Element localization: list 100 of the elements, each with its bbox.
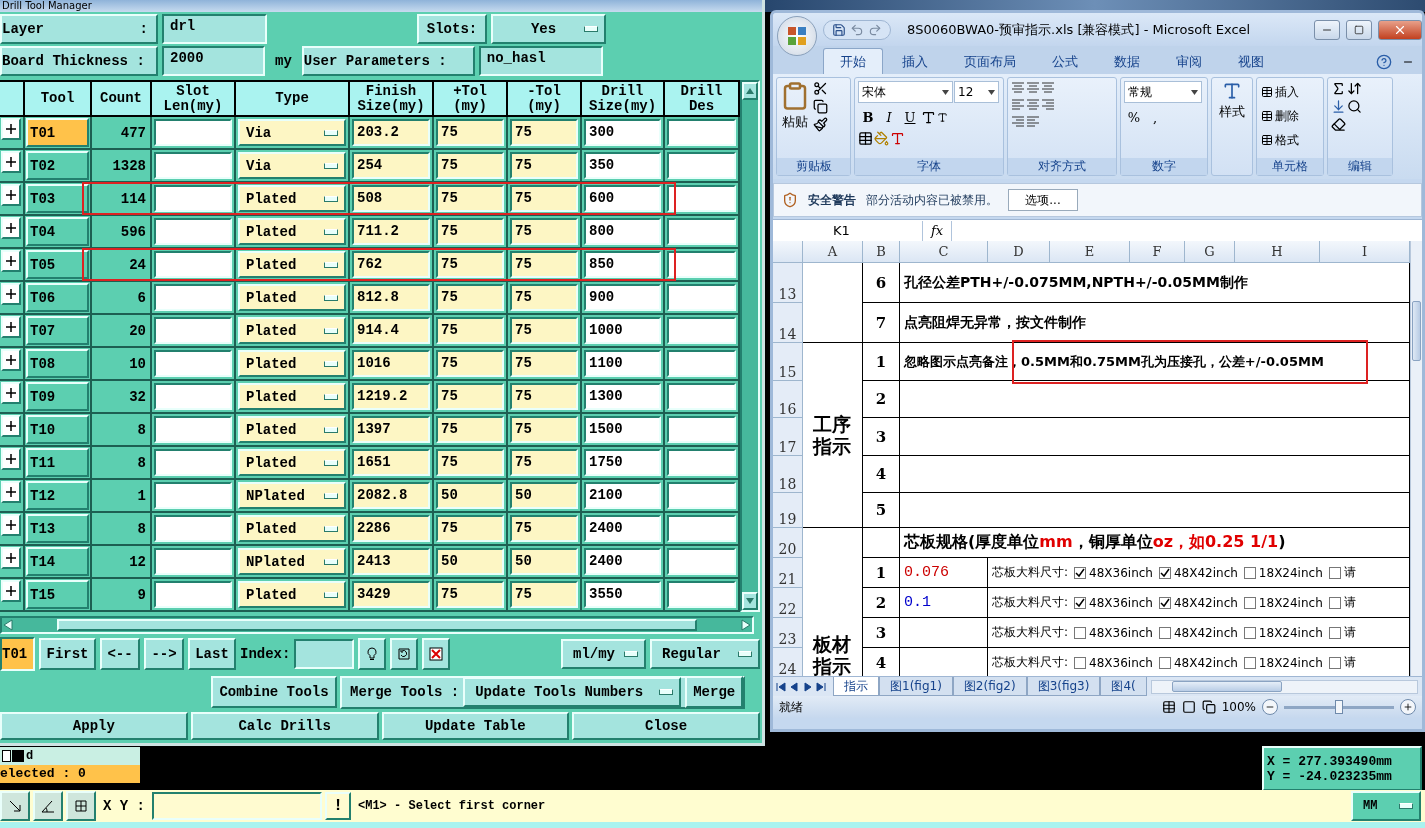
expand-button[interactable]	[1, 547, 21, 569]
plus-tolerance-field[interactable]: 75	[436, 317, 504, 344]
checkbox[interactable]	[1074, 596, 1087, 609]
insert-function-button[interactable]: fx	[923, 223, 952, 238]
tool-button[interactable]: T03	[26, 184, 89, 213]
drill-size-field[interactable]: 300	[584, 119, 661, 146]
zoom-window-button[interactable]	[0, 791, 30, 821]
percent-button[interactable]: %	[1124, 106, 1144, 128]
checkbox[interactable]	[1158, 566, 1171, 579]
minus-tolerance-field[interactable]: 75	[510, 416, 578, 443]
type-dropdown[interactable]: Plated	[238, 284, 346, 311]
expand-button[interactable]	[1, 316, 21, 338]
expand-button[interactable]	[1, 349, 21, 371]
drill-size-field[interactable]: 850	[584, 251, 661, 278]
layer-label-button[interactable]: Layer :	[0, 13, 158, 44]
navigation-button[interactable]: Last	[188, 638, 236, 670]
drill-description-field[interactable]	[667, 284, 736, 311]
drill-description-field[interactable]	[667, 548, 736, 575]
type-dropdown[interactable]: Plated	[238, 515, 346, 542]
plus-tolerance-field[interactable]: 75	[436, 581, 504, 608]
paste-button[interactable]: 粘贴	[780, 81, 810, 131]
copy-icon[interactable]	[813, 99, 828, 114]
ribbon-tab[interactable]: 公式	[1035, 48, 1095, 74]
expand-button[interactable]	[1, 184, 21, 206]
tool-button[interactable]: T01	[26, 118, 89, 147]
scroll-up-button[interactable]	[742, 82, 758, 100]
scrollbar-thumb[interactable]	[1412, 301, 1421, 361]
expand-button[interactable]	[1, 250, 21, 272]
drill-description-field[interactable]	[667, 251, 736, 278]
angle-button[interactable]	[33, 791, 63, 821]
finish-size-field[interactable]: 1397	[352, 416, 430, 443]
horizontal-scrollbar[interactable]	[0, 616, 754, 634]
finish-size-field[interactable]: 2286	[352, 515, 430, 542]
minus-tolerance-field[interactable]: 75	[510, 581, 578, 608]
ribbon-tab[interactable]: 插入	[885, 48, 945, 74]
drill-size-field[interactable]: 900	[584, 284, 661, 311]
slot-length-field[interactable]	[154, 548, 232, 575]
expand-button[interactable]	[1, 217, 21, 239]
type-dropdown[interactable]: Plated	[238, 317, 346, 344]
units-dropdown[interactable]: MM	[1351, 791, 1421, 821]
finish-size-field[interactable]: 2082.8	[352, 482, 430, 509]
drill-size-field[interactable]: 1750	[584, 449, 661, 476]
save-icon[interactable]	[832, 22, 846, 37]
help-icon[interactable]	[1376, 54, 1392, 70]
checkbox[interactable]	[1243, 596, 1256, 609]
number-format-combo[interactable]: 常规	[1124, 81, 1202, 103]
drill-description-field[interactable]	[667, 581, 736, 608]
tool-button[interactable]: T12	[26, 481, 89, 510]
finish-size-field[interactable]: 762	[352, 251, 430, 278]
sum-icon[interactable]	[1331, 81, 1346, 96]
action-button[interactable]: Apply	[0, 712, 188, 740]
expand-button[interactable]	[1, 382, 21, 404]
normal-view-icon[interactable]	[1161, 700, 1176, 714]
fill-down-icon[interactable]	[1331, 99, 1346, 114]
checkbox[interactable]	[1158, 626, 1171, 639]
drill-description-field[interactable]	[667, 515, 736, 542]
font-size-combo[interactable]: 12	[954, 81, 999, 103]
plus-tolerance-field[interactable]: 75	[436, 185, 504, 212]
minus-tolerance-field[interactable]: 50	[510, 482, 578, 509]
merge-option-dropdown[interactable]: Update Tools Numbers	[463, 677, 682, 707]
slot-length-field[interactable]	[154, 284, 232, 311]
drill-description-field[interactable]	[667, 350, 736, 377]
drill-size-field[interactable]: 1500	[584, 416, 661, 443]
scroll-right-icon[interactable]	[740, 619, 752, 631]
close-button[interactable]	[1378, 19, 1422, 40]
tool-button[interactable]: T13	[26, 514, 89, 543]
action-button[interactable]: Update Table	[381, 712, 570, 740]
drill-size-field[interactable]: 1100	[584, 350, 661, 377]
expand-button[interactable]	[1, 151, 21, 173]
user-parameters-field[interactable]: no_hasl	[478, 46, 603, 76]
slot-length-field[interactable]	[154, 515, 232, 542]
font-style-button[interactable]: B	[858, 106, 878, 128]
drill-description-field[interactable]	[667, 152, 736, 179]
user-parameters-button[interactable]: User Parameters :	[301, 46, 475, 76]
plus-tolerance-field[interactable]: 75	[436, 251, 504, 278]
border-icon[interactable]	[858, 131, 873, 146]
layer-field[interactable]: drl	[162, 13, 267, 44]
ribbon-tab[interactable]: 视图	[1221, 48, 1281, 74]
slot-length-field[interactable]	[154, 218, 232, 245]
drill-size-field[interactable]: 1300	[584, 383, 661, 410]
drill-description-field[interactable]	[667, 119, 736, 146]
navigation-button[interactable]: -->	[144, 638, 184, 670]
minus-tolerance-field[interactable]: 75	[510, 383, 578, 410]
tool-button[interactable]: T14	[26, 547, 89, 576]
sheet-tab[interactable]: 图3(fig3)	[1026, 677, 1101, 696]
sheet-tab[interactable]: 指示	[833, 677, 879, 696]
checkbox[interactable]	[1158, 596, 1171, 609]
alert-button[interactable]: !	[325, 792, 351, 820]
delete-button[interactable]	[422, 638, 451, 670]
fill-color-icon[interactable]	[874, 131, 889, 146]
drill-size-field[interactable]: 2100	[584, 482, 661, 509]
slot-length-field[interactable]	[154, 383, 232, 410]
plus-tolerance-field[interactable]: 50	[436, 548, 504, 575]
search-icon[interactable]	[1347, 99, 1362, 114]
minimize-button[interactable]	[1314, 19, 1340, 40]
format-painter-icon[interactable]	[813, 117, 828, 132]
maximize-button[interactable]	[1346, 19, 1372, 40]
comma-button[interactable]: ,	[1145, 106, 1165, 128]
tool-button[interactable]: T05	[26, 250, 89, 279]
scroll-down-button[interactable]	[742, 592, 758, 610]
